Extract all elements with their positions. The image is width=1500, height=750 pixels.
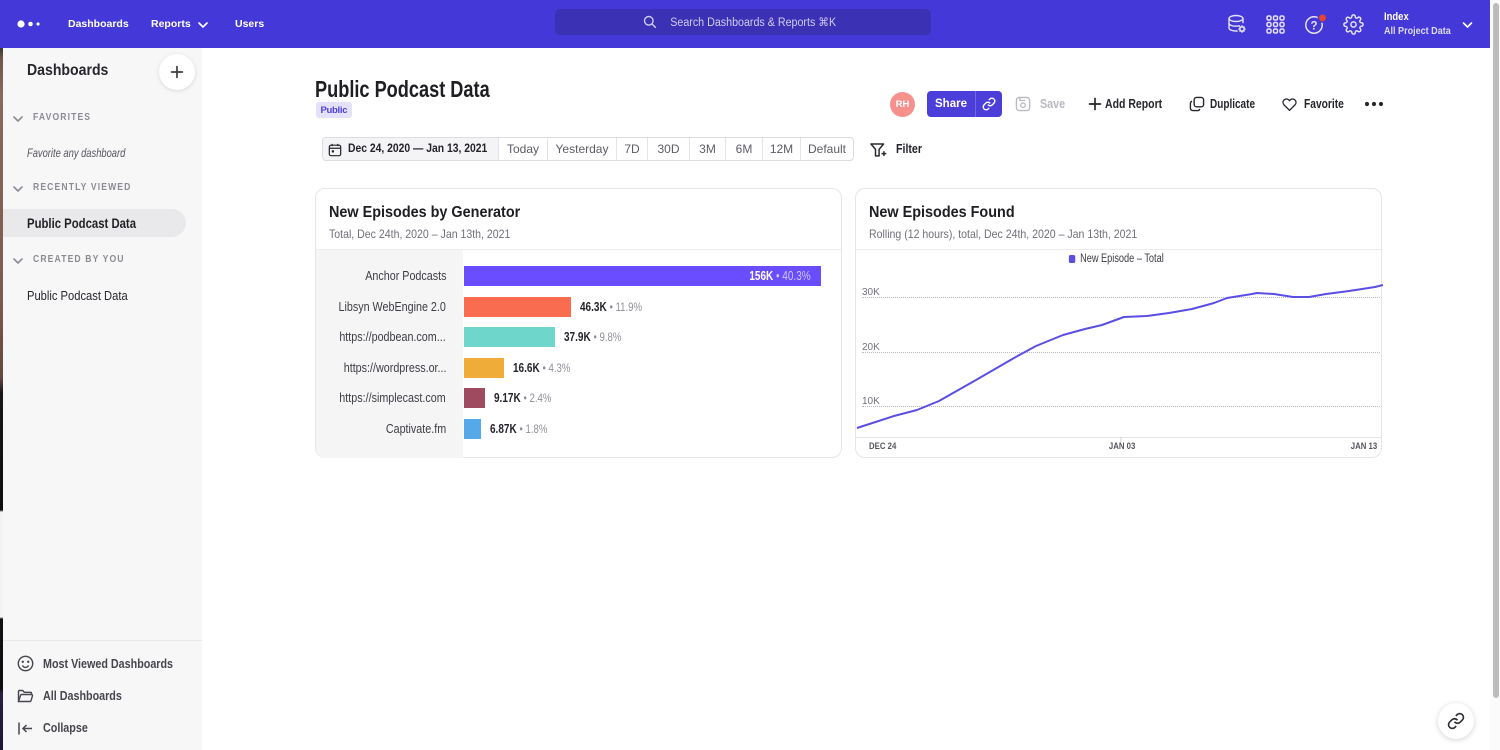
svg-text:?: ?: [1310, 20, 1317, 32]
